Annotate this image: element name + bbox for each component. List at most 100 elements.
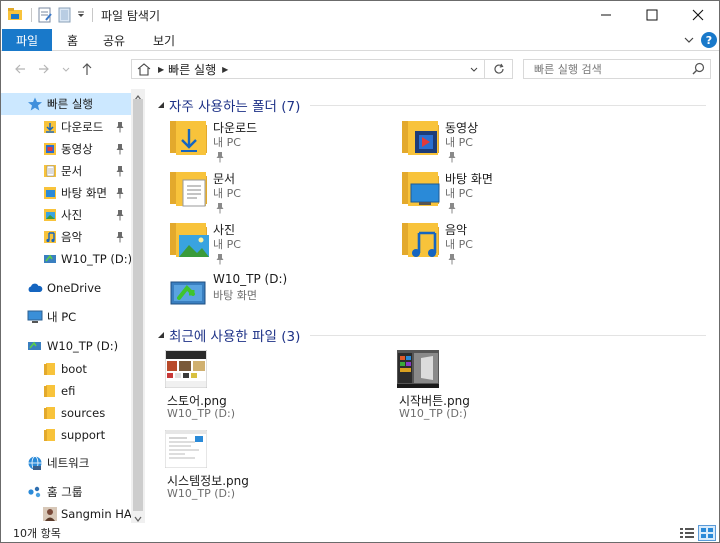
recent-files-header[interactable]: 최근에 사용한 파일 (3) xyxy=(157,325,707,345)
address-bar[interactable]: ▶ 빠른 실행 ▶ xyxy=(131,59,485,79)
documents-folder-icon xyxy=(170,172,207,207)
customize-toolbar-chevron-icon[interactable] xyxy=(76,7,86,23)
nav-item-folder-efi[interactable]: efi xyxy=(1,380,131,402)
up-button[interactable] xyxy=(80,61,94,77)
recent-file-store[interactable]: 스토어.png W10_TP (D:) xyxy=(165,350,365,420)
pin-icon[interactable] xyxy=(115,121,125,133)
nav-item-quick-access[interactable]: 빠른 실행 xyxy=(1,93,131,115)
folder-location: 내 PC xyxy=(213,187,241,200)
breadcrumb[interactable]: 빠른 실행 xyxy=(168,61,216,78)
details-view-button[interactable] xyxy=(679,526,695,540)
explorer-app-icon[interactable] xyxy=(7,7,25,23)
recent-file-system-info[interactable]: 시스템정보.png W10_TP (D:) xyxy=(165,430,365,500)
search-input[interactable] xyxy=(524,62,684,76)
pin-icon[interactable] xyxy=(115,143,125,155)
pin-icon[interactable] xyxy=(115,231,125,243)
tab-share[interactable]: 공유 xyxy=(103,29,125,51)
frequent-folders-header[interactable]: 자주 사용하는 폴더 (7) xyxy=(157,95,707,115)
nav-item-homegroup[interactable]: 홈 그룹 xyxy=(1,481,131,503)
breadcrumb-separator-icon[interactable]: ▶ xyxy=(222,65,228,74)
navigation-scrollbar-thumb[interactable] xyxy=(133,99,143,511)
folder-icon xyxy=(43,384,57,398)
nav-item-network[interactable]: 네트워크 xyxy=(1,452,131,474)
refresh-button[interactable] xyxy=(485,59,513,79)
back-button[interactable] xyxy=(13,62,27,76)
file-location: W10_TP (D:) xyxy=(399,407,467,420)
nav-item-folder-sources[interactable]: sources xyxy=(1,402,131,424)
folder-icon xyxy=(43,362,57,376)
folder-location: 내 PC xyxy=(445,187,473,200)
search-icon[interactable] xyxy=(692,62,706,76)
nav-item-drive-pinned[interactable]: W10_TP (D:) xyxy=(1,248,131,270)
frequent-folders-title: 자주 사용하는 폴더 (7) xyxy=(169,99,301,115)
nav-item-documents[interactable]: 문서 xyxy=(1,160,131,182)
item-count: 10개 항목 xyxy=(13,527,61,540)
pin-icon[interactable] xyxy=(115,165,125,177)
recent-files-title: 최근에 사용한 파일 (3) xyxy=(169,329,301,345)
quick-access-toolbar xyxy=(7,6,99,24)
recent-file-start-button[interactable]: 시작버튼.png W10_TP (D:) xyxy=(397,350,597,420)
onedrive-icon xyxy=(27,281,43,295)
search-box[interactable] xyxy=(523,59,711,79)
help-icon[interactable]: ? xyxy=(701,32,717,48)
tab-view[interactable]: 보기 xyxy=(153,29,175,51)
folder-tile-documents[interactable]: 문서 내 PC xyxy=(167,168,387,216)
pin-icon[interactable] xyxy=(215,253,225,268)
scroll-down-arrow-icon[interactable] xyxy=(134,512,142,522)
user-avatar-icon xyxy=(43,507,57,521)
folder-tile-pictures[interactable]: 사진 내 PC xyxy=(167,219,387,267)
pin-icon[interactable] xyxy=(115,187,125,199)
folder-tile-drive[interactable]: W10_TP (D:) 바탕 화면 xyxy=(167,270,387,318)
collapse-chevron-icon xyxy=(158,332,164,338)
large-icons-view-button[interactable] xyxy=(698,525,716,541)
nav-item-user[interactable]: Sangmin HAN xyxy=(1,503,131,523)
maximize-button[interactable] xyxy=(629,1,675,29)
nav-item-label: 홈 그룹 xyxy=(47,485,83,499)
nav-item-music[interactable]: 음악 xyxy=(1,226,131,248)
close-button[interactable] xyxy=(675,1,719,29)
properties-icon[interactable] xyxy=(38,7,56,23)
nav-item-label: OneDrive xyxy=(47,281,102,295)
breadcrumb-separator-icon[interactable]: ▶ xyxy=(158,65,164,74)
pin-icon[interactable] xyxy=(215,202,225,217)
recent-locations-chevron-icon[interactable] xyxy=(61,63,71,75)
address-history-chevron-icon[interactable] xyxy=(469,64,479,74)
pin-icon[interactable] xyxy=(447,151,457,166)
nav-item-drive[interactable]: W10_TP (D:) xyxy=(1,335,131,357)
network-icon xyxy=(27,455,43,471)
nav-item-this-pc[interactable]: 내 PC xyxy=(1,306,131,328)
download-folder-icon xyxy=(43,120,57,134)
nav-item-label: 문서 xyxy=(61,164,83,178)
nav-item-downloads[interactable]: 다운로드 xyxy=(1,116,131,138)
nav-item-folder-boot[interactable]: boot xyxy=(1,358,131,380)
forward-button[interactable] xyxy=(37,62,51,76)
nav-item-pictures[interactable]: 사진 xyxy=(1,204,131,226)
pin-icon[interactable] xyxy=(115,209,125,221)
pin-icon[interactable] xyxy=(215,151,225,166)
pin-icon[interactable] xyxy=(447,202,457,217)
nav-item-label: efi xyxy=(61,384,76,398)
pin-icon[interactable] xyxy=(447,253,457,268)
collapse-chevron-icon xyxy=(158,102,164,108)
folder-tile-videos[interactable]: 동영상 내 PC xyxy=(399,117,619,165)
folder-icon xyxy=(43,428,57,442)
folder-tile-downloads[interactable]: 다운로드 내 PC xyxy=(167,117,387,165)
folder-tile-desktop[interactable]: 바탕 화면 내 PC xyxy=(399,168,619,216)
tab-home[interactable]: 홈 xyxy=(67,29,78,51)
minimize-button[interactable] xyxy=(583,1,629,29)
nav-item-desktop[interactable]: 바탕 화면 xyxy=(1,182,131,204)
nav-item-onedrive[interactable]: OneDrive xyxy=(1,277,131,299)
large-icons-view-icon xyxy=(701,528,713,538)
navigation-pane: 빠른 실행 다운로드 동영상 문서 바탕 화면 사진 음악 W10_TP (D:… xyxy=(1,89,131,523)
folder-icon xyxy=(43,406,57,420)
expand-ribbon-chevron-icon[interactable] xyxy=(683,34,695,46)
nav-item-folder-support[interactable]: support xyxy=(1,424,131,446)
star-icon xyxy=(27,96,43,112)
nav-item-label: support xyxy=(61,428,106,442)
forward-arrow-icon xyxy=(39,64,49,74)
nav-item-videos[interactable]: 동영상 xyxy=(1,138,131,160)
folder-tile-music[interactable]: 음악 내 PC xyxy=(399,219,619,267)
new-folder-icon[interactable] xyxy=(58,7,76,23)
tab-file[interactable]: 파일 xyxy=(2,29,52,51)
scroll-up-arrow-icon[interactable] xyxy=(134,91,142,101)
